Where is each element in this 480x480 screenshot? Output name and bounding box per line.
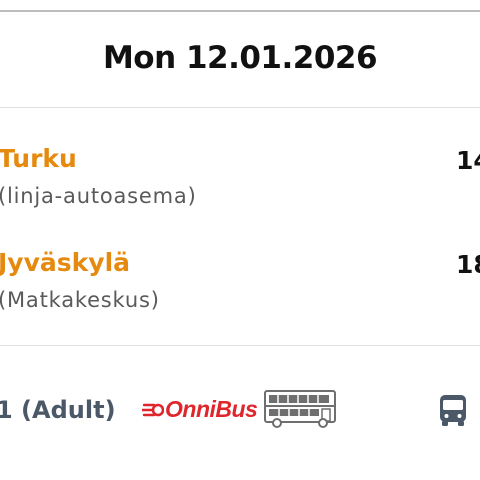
speed-lines-icon [142, 403, 164, 416]
arrival-time: 18 [456, 250, 480, 279]
departure-stop: Turku (linja-autoasema) [0, 146, 197, 207]
arrival-station: (Matkakeskus) [0, 288, 160, 312]
departure-station: (linja-autoasema) [0, 184, 197, 208]
departure-city: Turku [0, 144, 77, 173]
trip-date: Mon 12.01.2026 [102, 40, 378, 76]
divider [0, 345, 480, 346]
operator-logo: OnniBus [142, 396, 258, 423]
departure-time: 14 [456, 146, 480, 175]
bus-icon [440, 395, 466, 426]
top-border [0, 10, 480, 12]
arrival-stop: Jyväskylä (Matkakeskus) [0, 250, 160, 311]
operator-name: OnniBus [165, 396, 258, 422]
passenger-count: 1 (Adult) [0, 396, 116, 424]
double-decker-bus-icon [264, 390, 336, 428]
divider [0, 107, 480, 108]
arrival-city: Jyväskylä [0, 248, 131, 277]
